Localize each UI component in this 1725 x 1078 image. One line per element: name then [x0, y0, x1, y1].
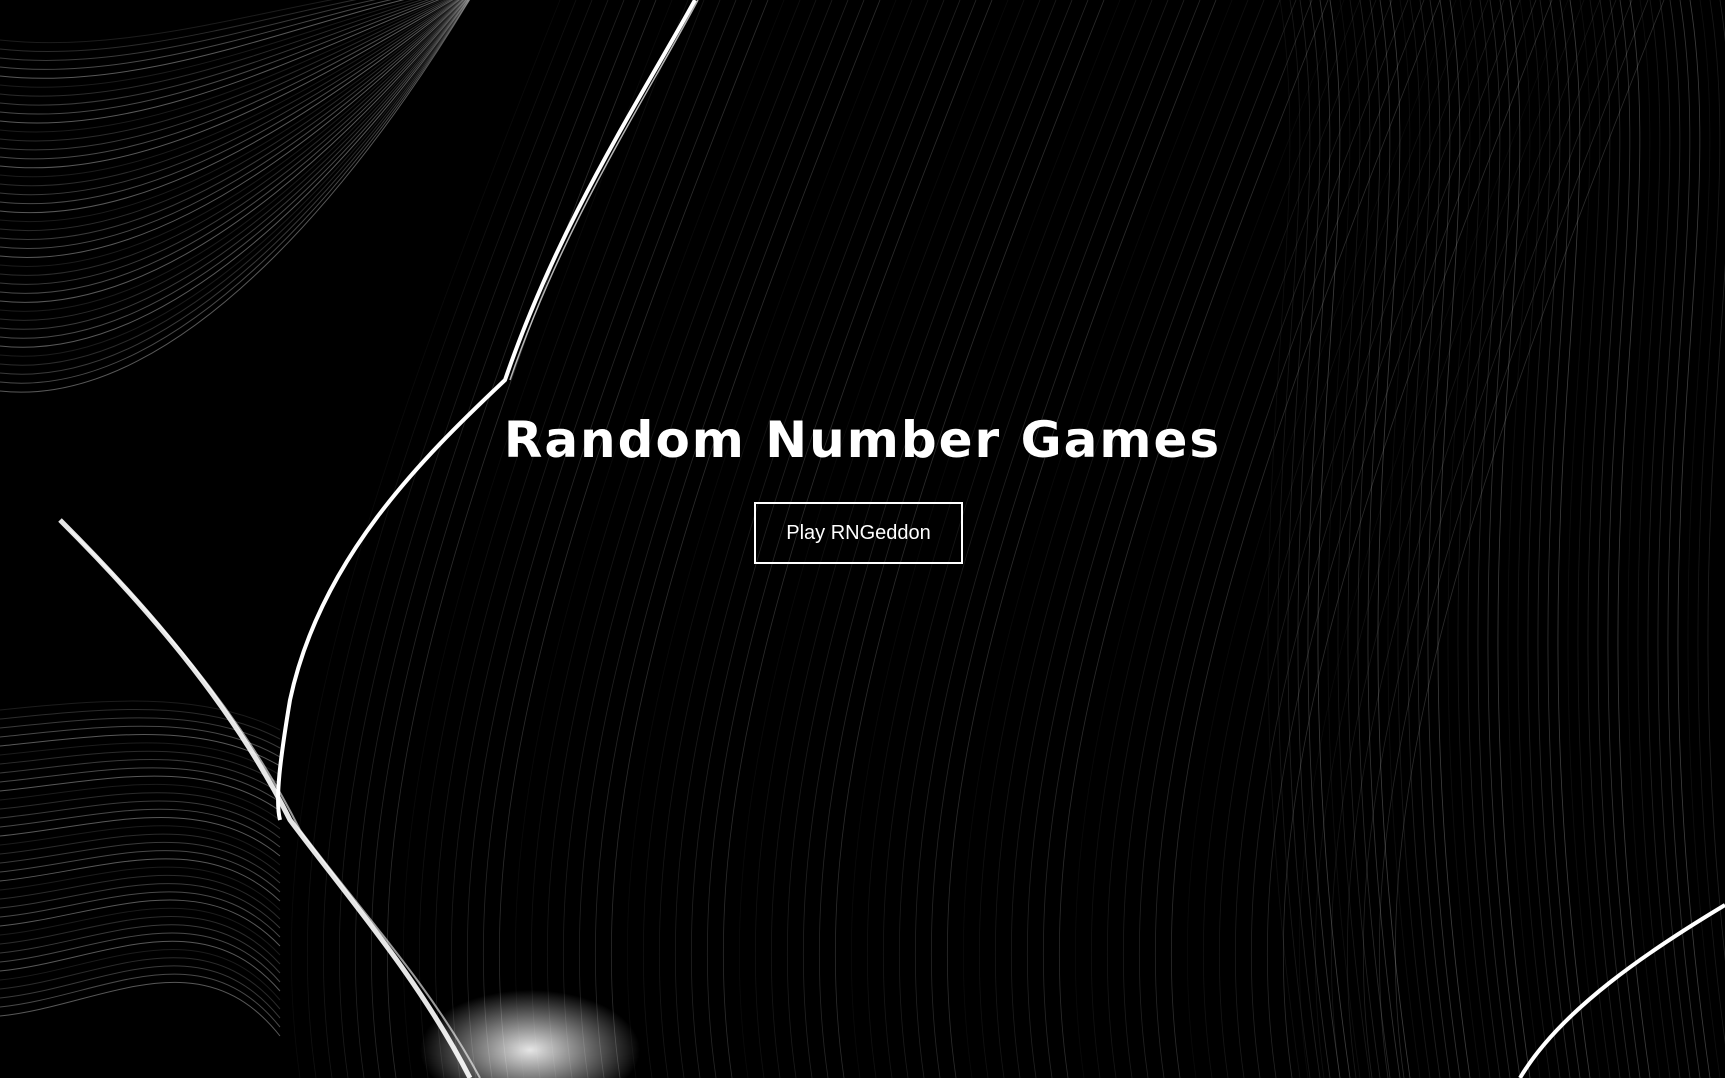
play-rngeddon-button[interactable]: Play RNGeddon	[754, 502, 963, 564]
hero: Random Number Games Play RNGeddon	[0, 0, 1725, 1078]
landing-page: Random Number Games Play RNGeddon	[0, 0, 1725, 1078]
page-title: Random Number Games	[503, 411, 1222, 469]
